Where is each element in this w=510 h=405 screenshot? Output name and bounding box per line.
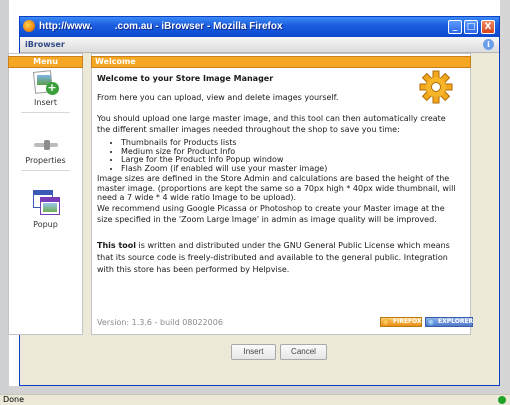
license-text: This tool is written and distributed und… [97,240,457,276]
firefox-badge[interactable]: FIREFOX [380,317,422,327]
menu-divider [21,170,70,171]
size-list: Thumbnails for Products lists Medium siz… [121,138,327,174]
explorer-badge-label: EXPLORER [438,318,474,325]
maximize-button[interactable]: □ [464,20,478,34]
properties-slider-icon [31,138,61,152]
firefox-badge-icon [383,319,390,326]
explorer-badge[interactable]: EXPLORER [425,317,473,327]
menu-item-properties[interactable]: Properties [9,138,82,166]
welcome-heading: Welcome to your Store Image Manager [97,74,274,83]
background-edge [500,0,510,405]
menu-panel-header: Menu [8,56,83,68]
cancel-button[interactable]: Cancel [280,344,327,360]
menu-item-popup[interactable]: Popup [9,188,82,230]
info-icon[interactable]: i [483,39,494,50]
ibrowser-header: iBrowser i [20,37,499,53]
list-item: Flash Zoom (if enabled will use your mas… [121,164,327,174]
recommendation-text: We recommend using Google Picassa or Pho… [97,204,445,224]
firefox-badge-label: FIREFOX [393,318,422,325]
window-titlebar[interactable]: http://www. .com.au - iBrowser - Mozilla… [20,17,499,37]
status-bar: Done [0,394,510,405]
intro-text: From here you can upload, view and delet… [97,93,339,102]
security-check-icon [498,396,506,404]
menu-item-label: Properties [25,156,66,165]
menu-divider [21,112,70,113]
menu-item-insert[interactable]: + Insert [9,70,82,108]
app-title: iBrowser [25,40,65,49]
menu-item-label: Insert [34,98,57,107]
insert-button[interactable]: Insert [231,344,276,360]
window-title: http://www. .com.au - iBrowser - Mozilla… [39,21,283,32]
tool-label: This tool [97,241,136,250]
insert-image-icon: + [32,70,60,96]
welcome-panel-header: Welcome [91,56,471,68]
status-text: Done [3,395,25,404]
firefox-icon [23,20,35,32]
explorer-badge-icon [428,319,435,326]
license-body: is written and distributed under the GNU… [97,241,450,274]
menu-panel: + Insert Properties Popup [8,53,83,335]
close-button[interactable]: X [481,20,495,34]
image-size-text: Image sizes are defined in the Store Adm… [97,174,456,202]
window-shadow [9,386,500,394]
menu-item-label: Popup [33,220,58,229]
popup-window-icon [31,188,61,218]
minimize-button[interactable]: _ [448,20,462,34]
master-image-text: You should upload one large master image… [97,114,446,134]
